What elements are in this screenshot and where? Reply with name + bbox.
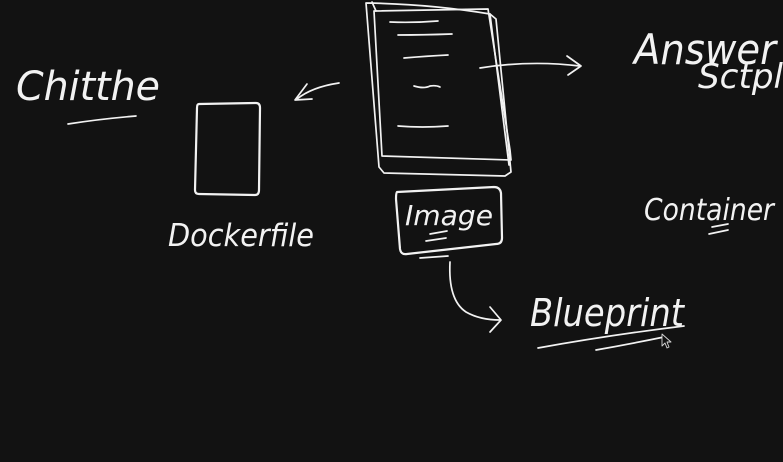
label-dockerfile: Dockerfile [168,218,314,254]
mouse-pointer-icon [661,333,672,349]
label-chitthe: Chitthe [16,64,160,110]
label-container: Container [644,193,775,228]
whiteboard-canvas: Chitthe Dockerfile Answer Sctpl Containe… [16,1,783,351]
label-answer-line2: Sctpl [698,57,783,97]
document-stack-icon [365,1,512,177]
image-box-tail [419,255,449,259]
dockerfile-box [193,101,262,197]
arrow-to-blueprint [448,261,501,321]
blueprint-underline-2 [595,336,665,351]
image-underline [425,230,448,242]
label-image: Image [405,199,493,232]
arrow-to-answer [479,62,581,69]
arrow-to-dockerfile [296,82,340,100]
chitthe-underline [67,115,137,125]
